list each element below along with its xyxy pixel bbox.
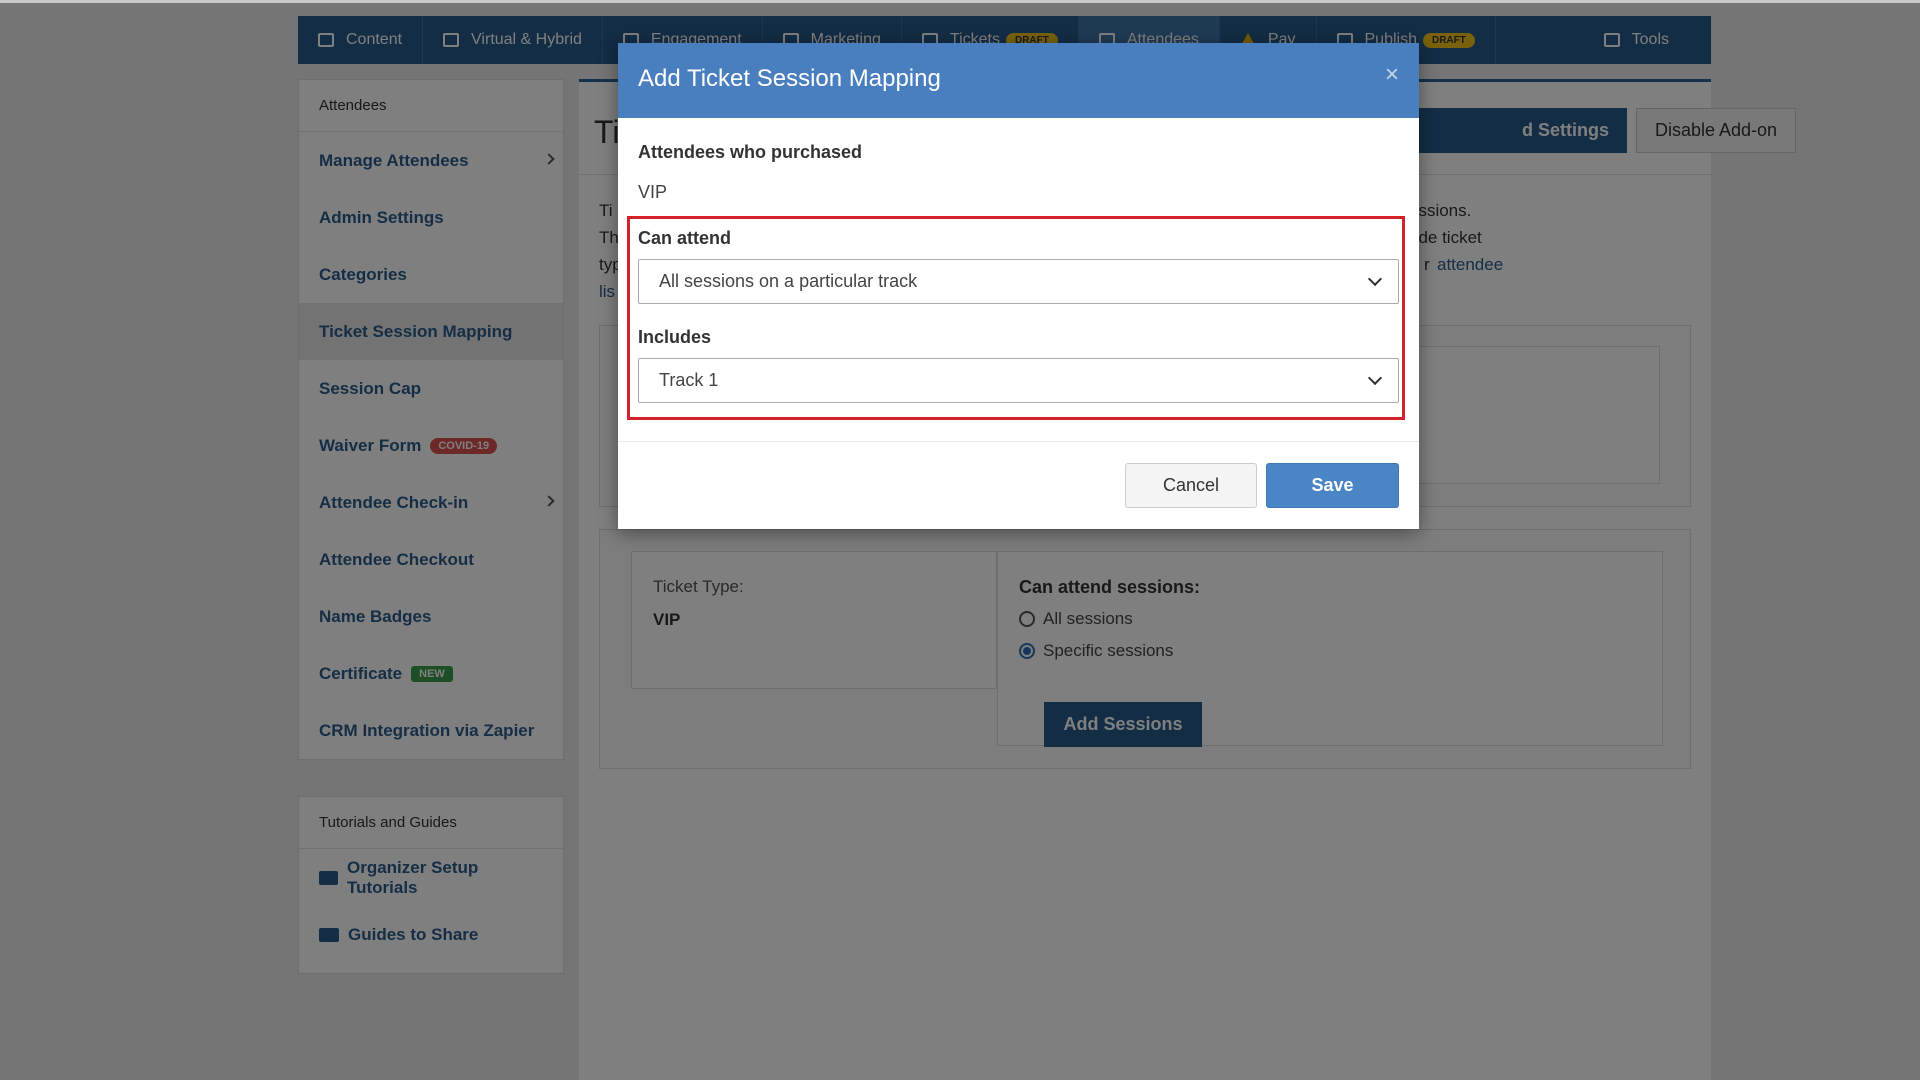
can-attend-select[interactable]: All sessions on a particular track [638,259,1399,304]
chevron-down-icon [1367,271,1383,287]
can-attend-label: Can attend [638,228,732,248]
includes-selected-value: Track 1 [659,370,719,390]
includes-label: Includes [638,327,712,347]
can-attend-selected-value: All sessions on a particular track [659,271,918,291]
add-ticket-session-mapping-dialog: Add Ticket Session Mapping × Attendees w… [618,43,1419,529]
includes-select[interactable]: Track 1 [638,358,1399,403]
modal-divider [618,441,1419,442]
modal-title: Add Ticket Session Mapping [638,65,941,92]
top-border [0,0,1920,3]
chevron-down-icon [1367,370,1383,386]
close-icon[interactable]: × [1385,61,1399,89]
cancel-button[interactable]: Cancel [1125,463,1257,508]
purchased-label: Attendees who purchased [638,142,863,162]
purchased-value: VIP [638,182,668,202]
modal-header: Add Ticket Session Mapping × [618,43,1419,118]
save-button[interactable]: Save [1266,463,1399,508]
